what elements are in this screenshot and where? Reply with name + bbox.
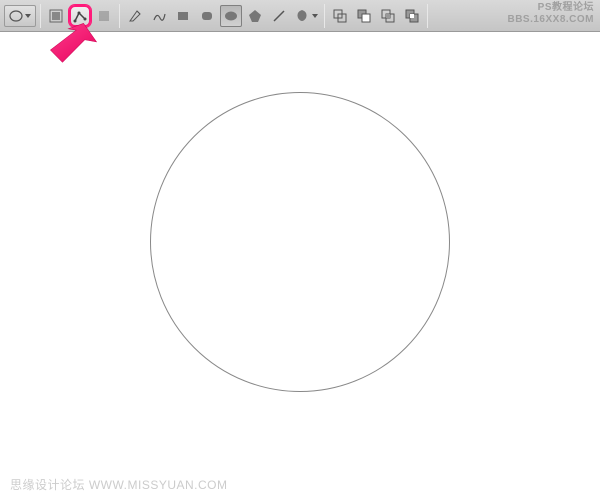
tool-preset-group xyxy=(4,5,36,27)
ellipse-tool-button[interactable] xyxy=(220,5,242,27)
fill-pixels-mode-button[interactable] xyxy=(93,5,115,27)
caret-down-icon xyxy=(312,14,318,18)
custom-shape-tool-button[interactable] xyxy=(292,5,320,27)
polygon-tool-button[interactable] xyxy=(244,5,266,27)
circle-path-shape[interactable] xyxy=(150,92,450,392)
line-icon xyxy=(271,8,287,24)
subtract-path-icon xyxy=(356,8,372,24)
rounded-rectangle-icon xyxy=(199,8,215,24)
separator xyxy=(324,4,325,28)
shape-layers-icon xyxy=(48,8,64,24)
watermark-top-right: PS教程论坛 BBS.16XX8.COM xyxy=(507,2,594,26)
paths-mode-icon xyxy=(72,8,88,24)
subtract-from-path-button[interactable] xyxy=(353,5,375,27)
custom-shape-icon xyxy=(294,8,310,24)
watermark-line2: BBS.16XX8.COM xyxy=(507,14,594,26)
pen-tool-button[interactable] xyxy=(124,5,146,27)
canvas-area[interactable] xyxy=(0,32,600,501)
pen-icon xyxy=(127,8,143,24)
ellipse-icon xyxy=(9,10,23,22)
watermark-line1: PS教程论坛 xyxy=(507,2,594,14)
add-to-path-button[interactable] xyxy=(329,5,351,27)
options-toolbar: PS教程论坛 BBS.16XX8.COM xyxy=(0,0,600,32)
shape-tools-group xyxy=(124,5,320,27)
fill-pixels-icon xyxy=(96,8,112,24)
paths-mode-button[interactable] xyxy=(69,5,91,27)
separator xyxy=(427,4,428,28)
rectangle-icon xyxy=(175,8,191,24)
polygon-icon xyxy=(247,8,263,24)
intersect-path-icon xyxy=(380,8,396,24)
separator xyxy=(40,4,41,28)
watermark-bottom-left: 思缘设计论坛 WWW.MISSYUAN.COM xyxy=(10,476,228,493)
path-operations-group xyxy=(329,5,423,27)
shape-mode-group xyxy=(45,5,115,27)
separator xyxy=(119,4,120,28)
ellipse-shape-icon xyxy=(223,8,239,24)
exclude-path-button[interactable] xyxy=(401,5,423,27)
exclude-path-icon xyxy=(404,8,420,24)
intersect-path-button[interactable] xyxy=(377,5,399,27)
line-tool-button[interactable] xyxy=(268,5,290,27)
shape-layers-mode-button[interactable] xyxy=(45,5,67,27)
caret-down-icon xyxy=(25,14,31,18)
tool-preset-dropdown[interactable] xyxy=(4,5,36,27)
add-path-icon xyxy=(332,8,348,24)
freeform-pen-tool-button[interactable] xyxy=(148,5,170,27)
rectangle-tool-button[interactable] xyxy=(172,5,194,27)
freeform-pen-icon xyxy=(151,8,167,24)
rounded-rectangle-tool-button[interactable] xyxy=(196,5,218,27)
